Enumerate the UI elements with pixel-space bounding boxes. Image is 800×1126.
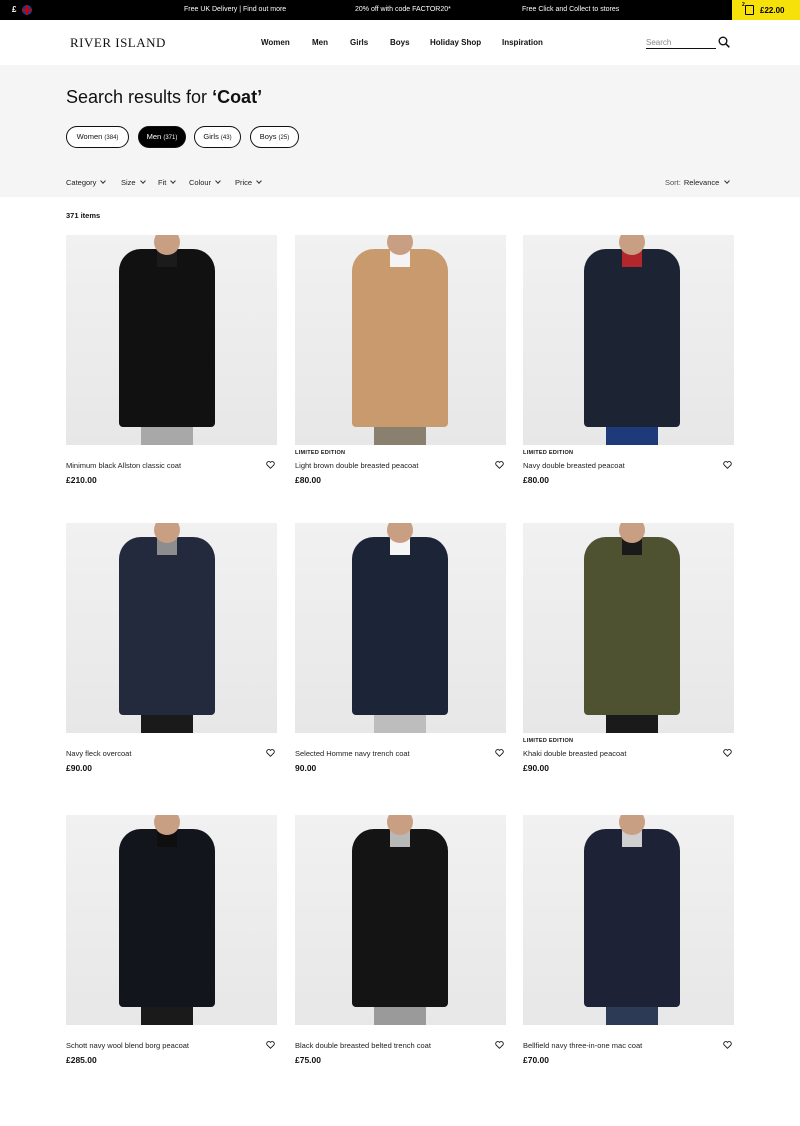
product-name[interactable]: Bellfield navy three-in-one mac coat — [523, 1041, 642, 1050]
sort-label: Sort: — [665, 178, 681, 187]
bag-button[interactable]: 2 £22.00 — [732, 0, 800, 20]
bag-total: £22.00 — [760, 6, 785, 15]
product-name[interactable]: Navy double breasted peacoat — [523, 461, 625, 470]
product-image[interactable] — [66, 523, 277, 733]
chevron-down-icon — [256, 178, 262, 184]
product-image[interactable] — [295, 235, 506, 445]
pill-label: Girls — [203, 132, 219, 141]
pill-count: (371) — [163, 135, 178, 141]
search-query: ‘Coat’ — [212, 87, 263, 107]
filter-category[interactable]: Category — [66, 178, 107, 187]
filter-label: Size — [121, 178, 136, 187]
promo-click-collect-text: Free Click and Collect to stores — [522, 6, 620, 13]
promo-delivery-link[interactable]: Free UK Delivery | Find out more — [184, 6, 286, 13]
product-name[interactable]: Navy fleck overcoat — [66, 749, 131, 758]
wishlist-heart-icon[interactable] — [495, 461, 504, 469]
pill-men[interactable]: Men (371) — [138, 126, 186, 148]
pill-women[interactable]: Women (384) — [66, 126, 129, 148]
river-island-logo[interactable]: RIVER ISLAND — [70, 35, 166, 51]
chevron-down-icon — [724, 178, 731, 184]
product-price: £75.00 — [295, 1055, 321, 1065]
product-name[interactable]: Selected Homme navy trench coat — [295, 749, 410, 758]
product-name[interactable]: Schott navy wool blend borg peacoat — [66, 1041, 189, 1050]
product-image[interactable] — [295, 815, 506, 1025]
chevron-down-icon — [100, 178, 107, 184]
filter-fit[interactable]: Fit — [158, 178, 177, 187]
product-price: £80.00 — [295, 475, 321, 485]
pill-count: (43) — [220, 135, 232, 141]
filter-label: Category — [66, 178, 97, 187]
promo-discount-text: 20% off with code FACTOR20* — [355, 6, 451, 13]
product-image[interactable] — [523, 815, 734, 1025]
product-price: £90.00 — [66, 763, 92, 773]
results-count: 371 items — [66, 211, 101, 220]
limited-edition-badge: LIMITED EDITION — [523, 450, 574, 456]
limited-edition-badge: LIMITED EDITION — [295, 450, 346, 456]
filter-size[interactable]: Size — [121, 178, 146, 187]
pill-label: Women — [76, 132, 103, 141]
product-image[interactable] — [66, 235, 277, 445]
chevron-down-icon — [170, 178, 177, 184]
title-prefix: Search results for — [66, 87, 213, 107]
uk-flag-icon[interactable] — [22, 5, 32, 15]
wishlist-heart-icon[interactable] — [495, 1041, 504, 1049]
sort-dropdown[interactable]: Sort: Relevance — [665, 178, 731, 187]
page-title: Search results for ‘Coat’ — [66, 87, 262, 108]
currency-symbol[interactable]: £ — [12, 5, 16, 14]
pill-label: Men — [146, 132, 162, 141]
pill-count: (384) — [104, 135, 119, 141]
nav-holiday-shop[interactable]: Holiday Shop — [430, 38, 481, 47]
product-price: £70.00 — [523, 1055, 549, 1065]
search-icon[interactable] — [718, 36, 730, 48]
product-image[interactable] — [295, 523, 506, 733]
wishlist-heart-icon[interactable] — [495, 749, 504, 757]
nav-girls[interactable]: Girls — [350, 38, 368, 47]
nav-men[interactable]: Men — [312, 38, 328, 47]
sort-value: Relevance — [683, 178, 720, 187]
product-image[interactable] — [66, 815, 277, 1025]
chevron-down-icon — [215, 178, 221, 184]
wishlist-heart-icon[interactable] — [723, 749, 732, 757]
product-price: £90.00 — [523, 763, 549, 773]
pill-label: Boys — [259, 132, 277, 141]
product-price: 90.00 — [295, 763, 317, 773]
wishlist-heart-icon[interactable] — [266, 461, 275, 469]
product-name[interactable]: Khaki double breasted peacoat — [523, 749, 626, 758]
product-price: £285.00 — [66, 1055, 97, 1065]
pill-count: (25) — [278, 135, 290, 141]
filter-price[interactable]: Price — [235, 178, 262, 187]
site-header: RIVER ISLAND Women Men Girls Boys Holida… — [0, 20, 800, 65]
product-image[interactable] — [523, 523, 734, 733]
chevron-down-icon — [139, 178, 146, 184]
filter-label: Colour — [189, 178, 212, 187]
filter-colour[interactable]: Colour — [189, 178, 221, 187]
product-price: £210.00 — [66, 475, 97, 485]
pill-girls[interactable]: Girls (43) — [194, 126, 241, 148]
pill-boys[interactable]: Boys (25) — [250, 126, 299, 148]
wishlist-heart-icon[interactable] — [266, 749, 275, 757]
promo-bar: £ Free UK Delivery | Find out more 20% o… — [0, 0, 800, 20]
product-name[interactable]: Minimum black Allston classic coat — [66, 461, 181, 470]
product-image[interactable] — [523, 235, 734, 445]
wishlist-heart-icon[interactable] — [266, 1041, 275, 1049]
wishlist-heart-icon[interactable] — [723, 1041, 732, 1049]
search-input[interactable] — [646, 36, 716, 49]
search-results-header: Search results for ‘Coat’ Women (384) Me… — [0, 65, 800, 197]
shopping-bag-icon — [745, 5, 754, 15]
product-name[interactable]: Light brown double breasted peacoat — [295, 461, 418, 470]
product-price: £80.00 — [523, 475, 549, 485]
filter-label: Fit — [158, 178, 167, 187]
nav-boys[interactable]: Boys — [390, 38, 410, 47]
nav-women[interactable]: Women — [261, 38, 290, 47]
filter-label: Price — [235, 178, 253, 187]
limited-edition-badge: LIMITED EDITION — [523, 738, 574, 744]
product-name[interactable]: Black double breasted belted trench coat — [295, 1041, 431, 1050]
nav-inspiration[interactable]: Inspiration — [502, 38, 543, 47]
wishlist-heart-icon[interactable] — [723, 461, 732, 469]
